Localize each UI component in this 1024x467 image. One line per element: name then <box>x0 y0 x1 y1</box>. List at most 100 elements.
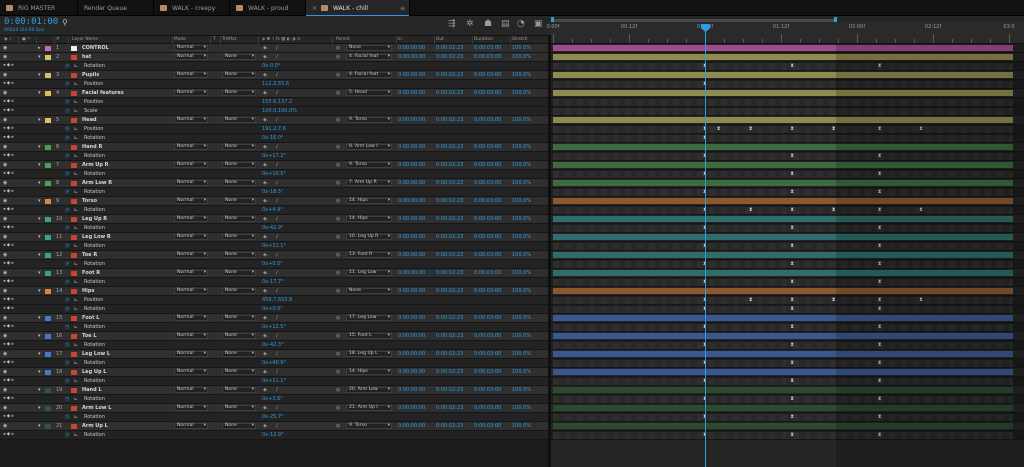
shy-switch-icon[interactable]: ◈. <box>263 44 268 52</box>
blend-mode-select[interactable]: Normal <box>174 54 208 60</box>
graph-editor-icon[interactable]: ▣ <box>534 20 543 29</box>
parent-select[interactable]: 14. Hips <box>346 198 392 204</box>
quality-switch-icon[interactable]: ∕ <box>276 269 278 277</box>
graph-icon[interactable]: ⊾ <box>74 359 78 367</box>
layer-row[interactable]: ◉ ▾ 6 Hand R Normal None ◈. ∕ ◎ 8. Arm L… <box>0 143 548 152</box>
tab-walk-creepy[interactable]: WALK - creepy <box>154 0 230 16</box>
label-color-swatch[interactable] <box>45 270 51 276</box>
out-point[interactable]: 0:00:02:23 <box>436 422 463 430</box>
graph-icon[interactable]: ⊾ <box>74 305 78 313</box>
duration-value[interactable]: 0:00:03:00 <box>474 197 501 205</box>
expand-triangle-icon[interactable]: ▾ <box>38 116 41 124</box>
graph-icon[interactable]: ⊾ <box>74 224 78 232</box>
duration-value[interactable]: 0:00:03:00 <box>474 44 501 52</box>
layer-row[interactable]: ◉ ▾ 3 Pupils Normal None ◈. ∕ ◎ 4. Facia… <box>0 71 548 80</box>
shy-switch-icon[interactable]: ◈. <box>263 251 268 259</box>
visibility-eye-icon[interactable]: ◉ <box>3 197 7 205</box>
parent-pickwhip-icon[interactable]: ◎ <box>336 422 340 430</box>
keyframe-navigator-icon[interactable]: ◂ ◆ ▸ <box>3 296 14 304</box>
column-layer-name[interactable]: Layer Name <box>72 36 98 44</box>
in-point[interactable]: 0:00:00:00 <box>398 44 425 52</box>
tab-walk-chill[interactable]: × WALK - chill ≡ <box>306 0 410 16</box>
keyframe-navigator-icon[interactable]: ◂ ◆ ▸ <box>3 206 14 214</box>
parent-pickwhip-icon[interactable]: ◎ <box>336 404 340 412</box>
stopwatch-icon[interactable]: ◷ <box>65 359 69 367</box>
keyframe-marker[interactable]: ⧗ <box>790 305 794 313</box>
layer-name[interactable]: Foot R <box>82 269 100 277</box>
expand-triangle-icon[interactable]: ▾ <box>38 350 41 358</box>
duration-value[interactable]: 0:00:03:00 <box>474 332 501 340</box>
graph-icon[interactable]: ⊾ <box>74 377 78 385</box>
duration-value[interactable]: 0:00:03:00 <box>474 89 501 97</box>
blend-mode-select[interactable]: Normal <box>174 162 208 168</box>
expand-triangle-icon[interactable]: ▾ <box>38 332 41 340</box>
shy-switch-icon[interactable]: ◈. <box>263 116 268 124</box>
quality-switch-icon[interactable]: ∕ <box>276 71 278 79</box>
duration-value[interactable]: 0:00:03:00 <box>474 116 501 124</box>
tab-walk-proud[interactable]: WALK - proud <box>230 0 306 16</box>
in-point[interactable]: 0:00:00:00 <box>398 287 425 295</box>
shy-switch-icon[interactable]: ◈. <box>263 197 268 205</box>
duration-value[interactable]: 0:00:03:00 <box>474 314 501 322</box>
keyframe-marker[interactable]: ⧗ <box>832 125 836 133</box>
layer-row[interactable]: ◉ ▾ 4 Facial features Normal None ◈. ∕ ◎… <box>0 89 548 98</box>
graph-icon[interactable]: ⊾ <box>74 413 78 421</box>
label-color-swatch[interactable] <box>45 288 51 294</box>
in-point[interactable]: 0:00:00:00 <box>398 314 425 322</box>
expand-triangle-icon[interactable]: ▾ <box>38 422 41 430</box>
layer-name[interactable]: Hand R <box>82 143 102 151</box>
parent-select[interactable]: 18. Leg Up L <box>346 351 392 357</box>
property-value[interactable]: 155.6,137.2 <box>262 98 292 106</box>
quality-switch-icon[interactable]: ∕ <box>276 89 278 97</box>
layer-row[interactable]: ◉ ▾ 14 Hips Normal None ◈. ∕ ◎ None 0:00… <box>0 287 548 296</box>
out-point[interactable]: 0:00:02:23 <box>436 233 463 241</box>
track-matte-select[interactable]: None <box>222 369 256 375</box>
in-point[interactable]: 0:00:00:00 <box>398 332 425 340</box>
stopwatch-icon[interactable]: ◷ <box>65 305 69 313</box>
layer-row[interactable]: ◉ ▾ 7 Arm Up R Normal None ◈. ∕ ◎ 9. Tor… <box>0 161 548 170</box>
shy-switch-icon[interactable]: ◈. <box>263 53 268 61</box>
track-matte-select[interactable]: None <box>222 315 256 321</box>
layer-row[interactable]: ◉ ▾ 20 Arm Low L Normal None ◈. ∕ ◎ 21. … <box>0 404 548 413</box>
visibility-eye-icon[interactable]: ◉ <box>3 386 7 394</box>
property-value[interactable]: 0x-0.0° <box>262 62 280 70</box>
stretch-value[interactable]: 100.0% <box>512 215 531 223</box>
current-time-display[interactable]: 0:00:01:00 <box>4 17 58 27</box>
graph-icon[interactable]: ⊾ <box>74 323 78 331</box>
label-color-swatch[interactable] <box>45 144 51 150</box>
keyframe-marker[interactable]: ⧗ <box>790 278 794 286</box>
track-matte-select[interactable]: None <box>222 162 256 168</box>
stopwatch-icon[interactable]: ◷ <box>65 152 69 160</box>
quality-switch-icon[interactable]: ∕ <box>276 197 278 205</box>
keyframe-navigator-icon[interactable]: ◂ ◆ ▸ <box>3 431 14 439</box>
property-value[interactable]: 0x-16.0° <box>262 134 284 142</box>
quality-switch-icon[interactable]: ∕ <box>276 53 278 61</box>
layer-row[interactable]: ◉ ▾ 16 Toe L Normal None ◈. ∕ ◎ 15. Foot… <box>0 332 548 341</box>
keyframe-marker[interactable]: ⧗ <box>790 323 794 331</box>
blend-mode-select[interactable]: Normal <box>174 387 208 393</box>
stopwatch-icon[interactable]: ◷ <box>65 323 69 331</box>
track-matte-select[interactable]: None <box>222 405 256 411</box>
track-matte-select[interactable]: None <box>222 252 256 258</box>
out-point[interactable]: 0:00:02:23 <box>436 197 463 205</box>
layer-row[interactable]: ◉ ▾ 21 Arm Up L Normal None ◈. ∕ ◎ 9. To… <box>0 422 548 431</box>
track-matte-select[interactable]: None <box>222 216 256 222</box>
graph-icon[interactable]: ⊾ <box>74 98 78 106</box>
blend-mode-select[interactable]: Normal <box>174 216 208 222</box>
property-value[interactable]: 0x-17.7° <box>262 278 284 286</box>
keyframe-marker[interactable]: ⧗ <box>790 413 794 421</box>
blend-mode-select[interactable]: Normal <box>174 180 208 186</box>
parent-pickwhip-icon[interactable]: ◎ <box>336 251 340 259</box>
stopwatch-icon[interactable]: ◷ <box>65 278 69 286</box>
in-point[interactable]: 0:00:00:00 <box>398 350 425 358</box>
parent-select[interactable]: 9. Torso <box>346 423 392 429</box>
stopwatch-icon[interactable]: ◷ <box>65 431 69 439</box>
stretch-value[interactable]: 100.0% <box>512 71 531 79</box>
layer-name[interactable]: Leg Low L <box>82 350 110 358</box>
property-row[interactable]: ◂ ◆ ▸ ◷ ⊾ Rotation 0x-17.7° <box>0 278 548 287</box>
visibility-eye-icon[interactable]: ◉ <box>3 368 7 376</box>
graph-icon[interactable]: ⊾ <box>74 170 78 178</box>
parent-pickwhip-icon[interactable]: ◎ <box>336 143 340 151</box>
track-matte-select[interactable]: None <box>222 117 256 123</box>
keyframe-navigator-icon[interactable]: ◂ ◆ ▸ <box>3 98 14 106</box>
